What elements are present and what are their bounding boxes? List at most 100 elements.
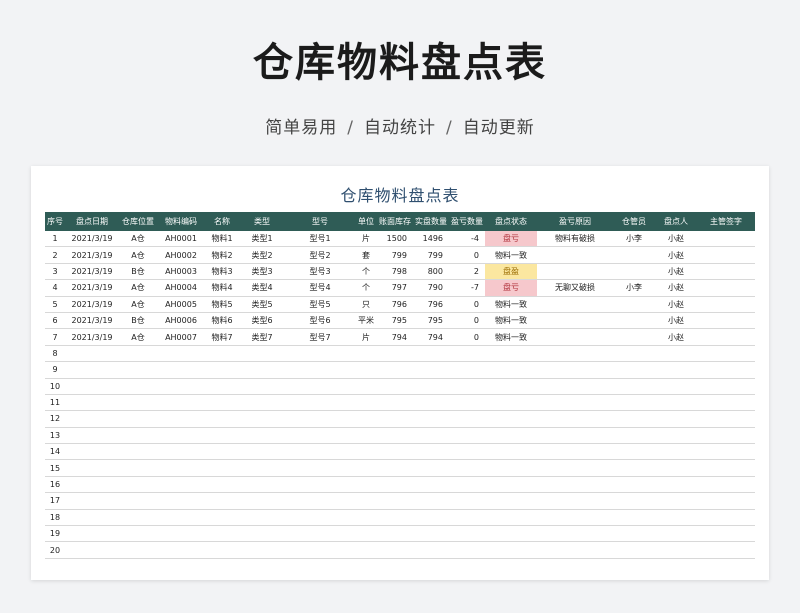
empty-cell[interactable] [697, 410, 755, 428]
empty-cell[interactable] [377, 410, 413, 428]
empty-cell[interactable] [157, 541, 205, 559]
cell-supervisor[interactable] [697, 279, 755, 297]
cell-model[interactable]: 型号3 [285, 263, 355, 281]
cell-actual[interactable]: 790 [413, 279, 449, 297]
empty-cell[interactable] [285, 492, 355, 510]
empty-cell[interactable] [697, 361, 755, 379]
empty-cell[interactable] [119, 378, 157, 395]
cell-actual[interactable]: 795 [413, 312, 449, 330]
empty-cell[interactable] [449, 427, 485, 445]
cell-location[interactable]: B仓 [119, 263, 157, 281]
empty-cell[interactable] [239, 509, 285, 527]
empty-cell[interactable] [449, 509, 485, 527]
empty-cell[interactable] [119, 525, 157, 543]
empty-cell[interactable] [537, 459, 613, 477]
empty-cell[interactable] [285, 361, 355, 379]
empty-cell[interactable] [355, 525, 377, 543]
cell-seq[interactable]: 18 [45, 509, 65, 527]
cell-book[interactable]: 795 [377, 312, 413, 330]
empty-cell[interactable] [355, 361, 377, 379]
cell-location[interactable]: A仓 [119, 328, 157, 346]
cell-name[interactable]: 物料3 [205, 263, 239, 281]
empty-cell[interactable] [205, 492, 239, 510]
empty-cell[interactable] [537, 427, 613, 445]
empty-cell[interactable] [697, 345, 755, 363]
empty-cell[interactable] [157, 476, 205, 494]
cell-keeper[interactable] [613, 246, 655, 264]
cell-unit[interactable]: 个 [355, 263, 377, 281]
empty-cell[interactable] [537, 541, 613, 559]
empty-cell[interactable] [613, 476, 655, 494]
empty-cell[interactable] [377, 541, 413, 559]
empty-cell[interactable] [413, 509, 449, 527]
empty-cell[interactable] [655, 509, 697, 527]
empty-cell[interactable] [537, 361, 613, 379]
empty-cell[interactable] [613, 427, 655, 445]
empty-cell[interactable] [65, 394, 119, 412]
cell-checker[interactable]: 小赵 [655, 328, 697, 346]
empty-cell[interactable] [119, 443, 157, 461]
cell-date[interactable]: 2021/3/19 [65, 312, 119, 330]
empty-cell[interactable] [613, 541, 655, 559]
cell-seq[interactable]: 19 [45, 525, 65, 543]
cell-keeper[interactable] [613, 263, 655, 281]
empty-cell[interactable] [655, 427, 697, 445]
empty-cell[interactable] [119, 459, 157, 477]
empty-cell[interactable] [239, 361, 285, 379]
cell-diff[interactable]: 0 [449, 328, 485, 346]
empty-cell[interactable] [697, 378, 755, 395]
cell-date[interactable]: 2021/3/19 [65, 328, 119, 346]
empty-cell[interactable] [537, 492, 613, 510]
cell-actual[interactable]: 794 [413, 328, 449, 346]
cell-supervisor[interactable] [697, 231, 755, 248]
empty-cell[interactable] [205, 541, 239, 559]
empty-cell[interactable] [613, 410, 655, 428]
empty-cell[interactable] [413, 476, 449, 494]
cell-reason[interactable] [537, 263, 613, 281]
empty-cell[interactable] [205, 378, 239, 395]
cell-model[interactable]: 型号1 [285, 231, 355, 248]
empty-cell[interactable] [205, 410, 239, 428]
cell-diff[interactable]: 2 [449, 263, 485, 281]
cell-seq[interactable]: 2 [45, 246, 65, 264]
empty-cell[interactable] [65, 378, 119, 395]
cell-name[interactable]: 物料1 [205, 231, 239, 248]
empty-cell[interactable] [449, 525, 485, 543]
empty-cell[interactable] [413, 541, 449, 559]
empty-cell[interactable] [119, 476, 157, 494]
cell-seq[interactable]: 3 [45, 263, 65, 281]
cell-checker[interactable]: 小赵 [655, 296, 697, 313]
empty-cell[interactable] [239, 345, 285, 363]
empty-cell[interactable] [377, 492, 413, 510]
cell-model[interactable]: 型号6 [285, 312, 355, 330]
empty-cell[interactable] [205, 345, 239, 363]
cell-diff[interactable]: -7 [449, 279, 485, 297]
empty-cell[interactable] [205, 443, 239, 461]
empty-cell[interactable] [613, 345, 655, 363]
empty-cell[interactable] [655, 410, 697, 428]
empty-cell[interactable] [205, 476, 239, 494]
empty-cell[interactable] [613, 443, 655, 461]
empty-cell[interactable] [537, 394, 613, 412]
empty-cell[interactable] [239, 378, 285, 395]
cell-unit[interactable]: 平米 [355, 312, 377, 330]
cell-model[interactable]: 型号4 [285, 279, 355, 297]
empty-cell[interactable] [285, 509, 355, 527]
empty-cell[interactable] [449, 541, 485, 559]
cell-book[interactable]: 798 [377, 263, 413, 281]
empty-cell[interactable] [655, 378, 697, 395]
empty-cell[interactable] [449, 394, 485, 412]
cell-status[interactable]: 物料一致 [485, 312, 537, 330]
empty-cell[interactable] [413, 492, 449, 510]
empty-cell[interactable] [119, 427, 157, 445]
cell-type[interactable]: 类型7 [239, 328, 285, 346]
empty-cell[interactable] [613, 459, 655, 477]
empty-cell[interactable] [157, 525, 205, 543]
cell-seq[interactable]: 6 [45, 312, 65, 330]
cell-type[interactable]: 类型6 [239, 312, 285, 330]
cell-book[interactable]: 794 [377, 328, 413, 346]
empty-cell[interactable] [119, 541, 157, 559]
cell-status[interactable]: 物料一致 [485, 328, 537, 346]
cell-type[interactable]: 类型4 [239, 279, 285, 297]
empty-cell[interactable] [413, 410, 449, 428]
